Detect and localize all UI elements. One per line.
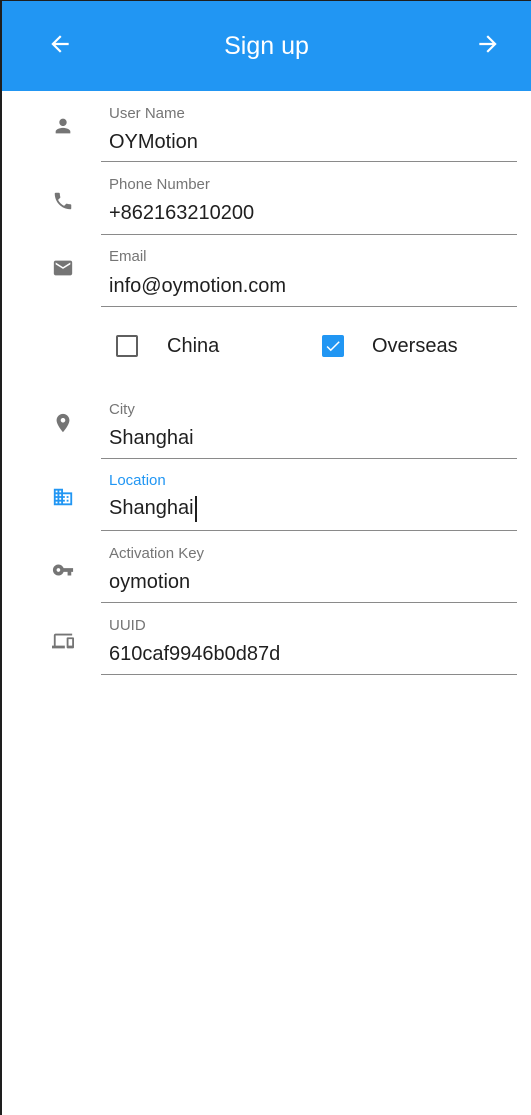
uuid-label: UUID — [109, 617, 146, 634]
location-field[interactable]: Location Shanghai — [101, 459, 517, 531]
username-label: User Name — [109, 105, 185, 122]
username-input[interactable] — [109, 127, 509, 157]
text-caret — [194, 495, 197, 522]
china-label[interactable]: China — [167, 334, 219, 358]
next-button[interactable] — [464, 22, 512, 70]
person-icon — [49, 112, 77, 140]
city-input[interactable] — [109, 423, 509, 453]
activation-key-input[interactable] — [109, 567, 509, 597]
email-label: Email — [109, 248, 147, 265]
devices-icon — [49, 627, 77, 655]
mail-icon — [49, 254, 77, 282]
key-icon — [49, 556, 77, 584]
china-checkbox[interactable] — [116, 335, 138, 357]
uuid-field[interactable]: UUID — [101, 603, 517, 675]
location-pin-icon — [49, 409, 77, 437]
region-selector: China Overseas — [2, 325, 531, 373]
business-icon — [49, 483, 77, 511]
username-field[interactable]: User Name — [101, 90, 517, 162]
overseas-checkbox[interactable] — [322, 335, 344, 357]
location-value: Shanghai — [109, 497, 194, 519]
phone-input[interactable] — [109, 198, 509, 228]
phone-field[interactable]: Phone Number — [101, 163, 517, 235]
page-title: Sign up — [224, 32, 309, 60]
city-label: City — [109, 401, 135, 418]
phone-label: Phone Number — [109, 176, 210, 193]
overseas-label[interactable]: Overseas — [372, 334, 458, 358]
activation-key-label: Activation Key — [109, 545, 205, 562]
email-field[interactable]: Email — [101, 235, 517, 307]
location-label: Location — [109, 472, 166, 489]
app-bar: Sign up — [2, 1, 531, 91]
check-icon — [324, 337, 342, 360]
uuid-input[interactable] — [109, 639, 509, 669]
location-input[interactable]: Shanghai — [109, 493, 197, 523]
arrow-right-icon — [475, 31, 501, 62]
phone-icon — [49, 187, 77, 215]
city-field[interactable]: City — [101, 387, 517, 459]
sign-up-screen: Sign up User Name Phone Number Email Chi… — [0, 0, 531, 1115]
activation-key-field[interactable]: Activation Key — [101, 531, 517, 603]
email-input[interactable] — [109, 271, 509, 301]
